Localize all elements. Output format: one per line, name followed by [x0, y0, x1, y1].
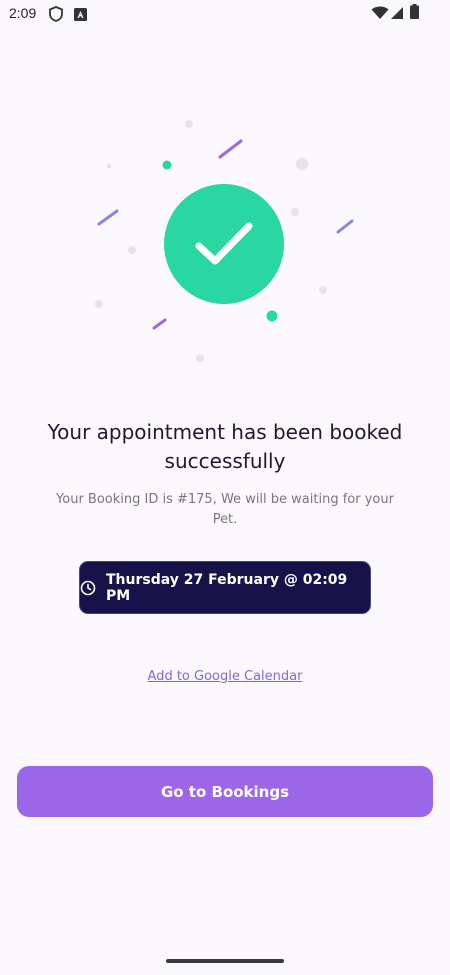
home-indicator[interactable]	[166, 959, 284, 963]
booking-message: Your Booking ID is #175, We will be wait…	[56, 492, 394, 527]
signal-icon	[390, 5, 404, 24]
appointment-datetime-chip: Thursday 27 February @ 02:09 PM	[79, 561, 371, 614]
appointment-datetime: Thursday 27 February @ 02:09 PM	[106, 571, 348, 604]
check-circle-icon	[164, 184, 284, 304]
success-title: Your appointment has been booked success…	[47, 420, 403, 473]
status-bar: 2:09	[0, 0, 450, 28]
go-to-bookings-button[interactable]: Go to Bookings	[17, 766, 433, 817]
wifi-icon	[371, 5, 389, 24]
shield-icon	[49, 6, 63, 26]
status-time: 2:09	[9, 5, 37, 21]
battery-icon	[410, 4, 419, 23]
add-to-google-calendar-link[interactable]: Add to Google Calendar	[100, 669, 350, 684]
success-illustration	[0, 100, 450, 380]
clock-icon	[80, 580, 96, 596]
a-badge-icon	[74, 6, 87, 25]
